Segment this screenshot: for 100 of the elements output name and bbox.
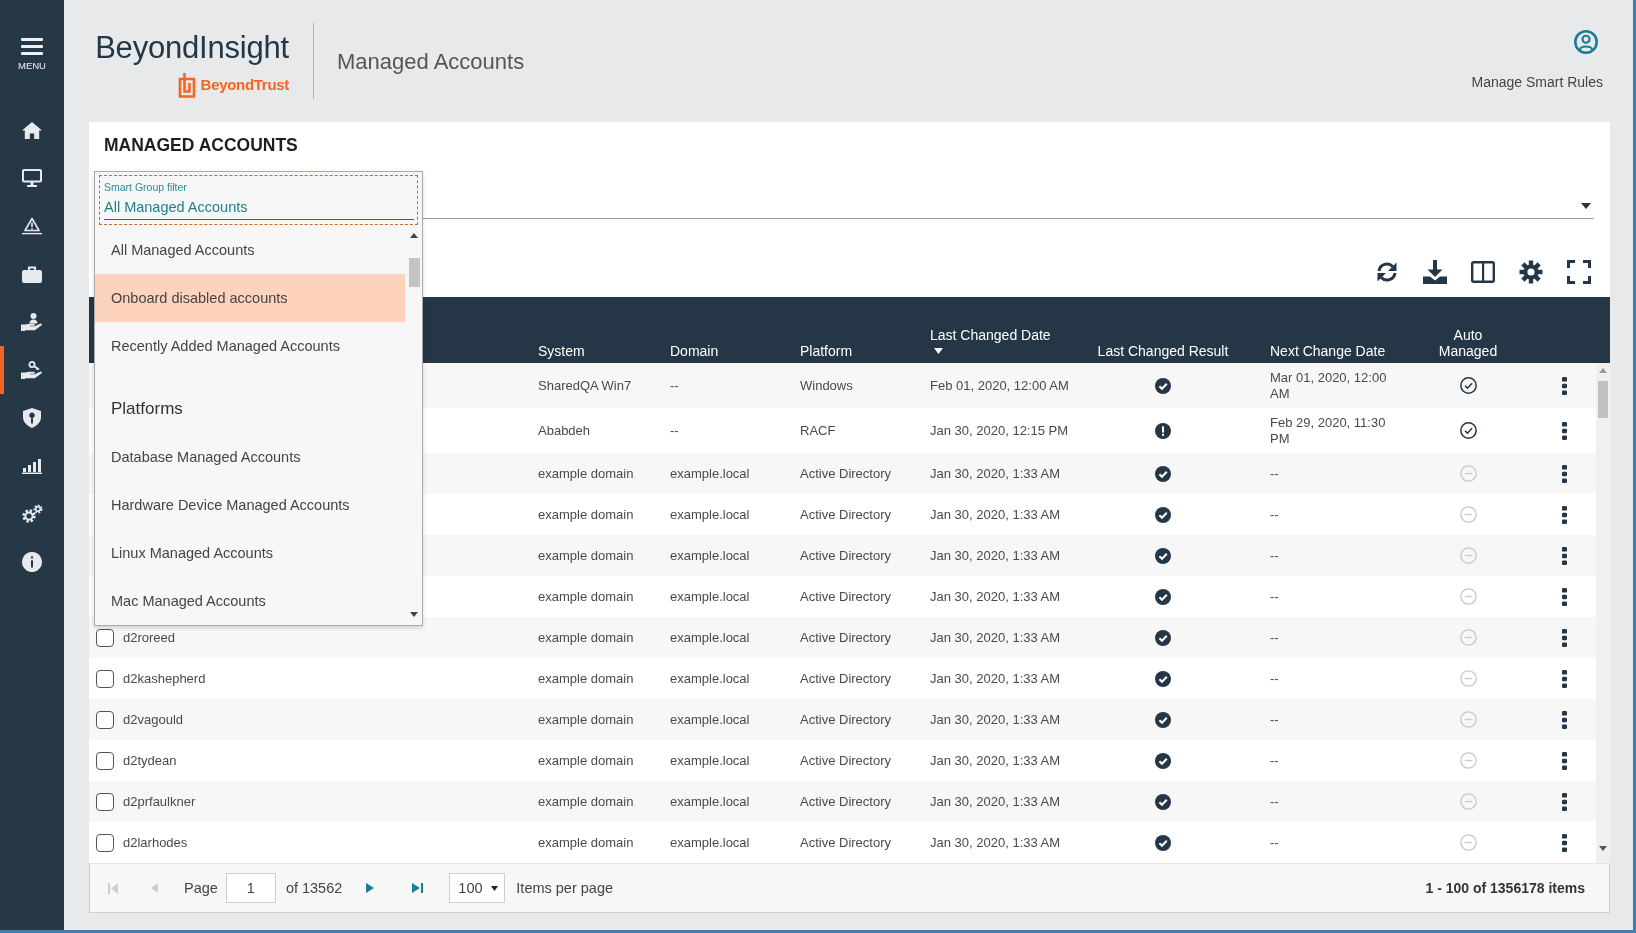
- kebab-menu-icon[interactable]: [1561, 751, 1567, 770]
- home-icon: [22, 121, 42, 139]
- date-text: --: [1270, 629, 1279, 645]
- platform-name: Active Directory: [800, 547, 892, 563]
- dropdown-option[interactable]: Onboard disabled accounts: [95, 274, 405, 322]
- last-page-icon[interactable]: [412, 883, 424, 893]
- domain-name: example.local: [670, 588, 750, 604]
- column-header[interactable]: System: [538, 343, 654, 359]
- page-input[interactable]: 1: [225, 873, 276, 903]
- kebab-menu-icon[interactable]: [1561, 464, 1567, 483]
- next-page-icon[interactable]: [366, 883, 375, 893]
- domain-name: example.local: [670, 547, 750, 563]
- brand-name: BeyondTrust: [200, 76, 289, 94]
- date-text: --: [1270, 547, 1279, 563]
- domain-name: example.local: [670, 629, 750, 645]
- date-text: --: [1270, 465, 1279, 481]
- column-header[interactable]: Last Changed Date: [930, 327, 1082, 343]
- checkbox[interactable]: [96, 710, 114, 729]
- domain-name: example.local: [670, 793, 750, 809]
- logo-icon: [176, 72, 197, 98]
- date-text: Jan 30, 2020, 1:33 AM: [930, 834, 1061, 850]
- user-icon[interactable]: [1574, 30, 1598, 54]
- monitor-icon: [22, 169, 42, 187]
- menu-button[interactable]: MENU: [18, 38, 46, 71]
- column-header[interactable]: Domain: [670, 343, 784, 359]
- checkbox[interactable]: [96, 833, 114, 852]
- system-name: example domain: [538, 834, 634, 850]
- date-text: Jan 30, 2020, 1:33 AM: [930, 588, 1061, 604]
- domain-name: example.local: [670, 834, 750, 850]
- shield-icon: [23, 408, 41, 428]
- kebab-menu-icon[interactable]: [1561, 587, 1567, 606]
- columns-icon[interactable]: [1471, 260, 1495, 284]
- system-name: example domain: [538, 752, 634, 768]
- kebab-menu-icon[interactable]: [1561, 376, 1567, 395]
- smart-rules-link[interactable]: Manage Smart Rules: [1471, 74, 1603, 91]
- checkbox[interactable]: [96, 669, 114, 688]
- caret-down-icon: [491, 885, 499, 891]
- kebab-menu-icon[interactable]: [1561, 421, 1567, 440]
- date-text: --: [1270, 670, 1279, 686]
- kebab-menu-icon[interactable]: [1561, 669, 1567, 688]
- download-icon[interactable]: [1423, 260, 1447, 284]
- info-icon: [22, 552, 42, 572]
- caret-up-icon: [1599, 368, 1607, 373]
- page-count: of 13562: [285, 880, 343, 896]
- date-text: Jan 30, 2020, 1:33 AM: [930, 670, 1061, 686]
- account-name: d2vagould: [123, 711, 183, 727]
- hand-icon: [21, 361, 43, 379]
- pager-label: Items per page: [516, 880, 614, 896]
- refresh-icon[interactable]: [1375, 260, 1399, 284]
- checkbox[interactable]: [96, 792, 114, 811]
- section-title: MANAGED ACCOUNTS: [104, 135, 298, 155]
- dropdown-option[interactable]: Mac Managed Accounts: [95, 577, 405, 625]
- column-header[interactable]: Next Change Date: [1270, 343, 1402, 359]
- date-text: --: [1270, 588, 1279, 604]
- column-header[interactable]: Platform: [800, 343, 914, 359]
- scroll-thumb[interactable]: [408, 258, 420, 287]
- settings-icon[interactable]: [1519, 260, 1543, 284]
- checkbox[interactable]: [96, 751, 114, 770]
- field-label: Smart Group filter: [104, 181, 188, 194]
- caret-down-icon: [1599, 846, 1607, 851]
- column-header[interactable]: Auto Managed: [1430, 327, 1506, 359]
- date-text: Jan 30, 2020, 1:33 AM: [930, 465, 1061, 481]
- account-name: d2tydean: [123, 752, 177, 768]
- page-size-select[interactable]: 100: [449, 873, 506, 903]
- dropdown-option[interactable]: Hardware Device Managed Accounts: [95, 481, 405, 529]
- kebab-menu-icon[interactable]: [1561, 833, 1567, 852]
- checkbox[interactable]: [96, 628, 114, 647]
- kebab-menu-icon[interactable]: [1561, 505, 1567, 524]
- dropdown-option[interactable]: Linux Managed Accounts: [95, 529, 405, 577]
- date-text: Jan 30, 2020, 12:15 PM: [930, 422, 1069, 438]
- kebab-menu-icon[interactable]: [1561, 710, 1567, 729]
- system-name: example domain: [538, 547, 634, 563]
- scroll-thumb[interactable]: [1598, 381, 1608, 418]
- product-name: BeyondInsight: [95, 30, 289, 66]
- group-heading: Platforms: [110, 398, 184, 420]
- platform-name: RACF: [800, 422, 836, 438]
- domain-name: --: [670, 377, 679, 393]
- dropdown-option[interactable]: All Managed Accounts: [95, 226, 405, 274]
- dropdown-option[interactable]: Recently Added Managed Accounts: [95, 322, 405, 370]
- kebab-menu-icon[interactable]: [1561, 628, 1567, 647]
- date-text: --: [1270, 506, 1279, 522]
- system-name: example domain: [538, 465, 634, 481]
- sort-descending-icon[interactable]: [934, 348, 943, 354]
- domain-name: --: [670, 422, 679, 438]
- column-header[interactable]: Last Changed Result: [1094, 343, 1232, 359]
- system-name: example domain: [538, 711, 634, 727]
- domain-name: example.local: [670, 506, 750, 522]
- account-name: d2kashepherd: [123, 670, 206, 686]
- date-text: Jan 30, 2020, 1:33 AM: [930, 506, 1061, 522]
- date-text: Jan 30, 2020, 1:33 AM: [930, 547, 1061, 563]
- fullscreen-icon[interactable]: [1567, 260, 1591, 284]
- date-text: --: [1270, 793, 1279, 809]
- date-text: --: [1270, 752, 1279, 768]
- dropdown-option[interactable]: Database Managed Accounts: [95, 433, 405, 481]
- kebab-menu-icon[interactable]: [1561, 792, 1567, 811]
- platform-name: Active Directory: [800, 793, 892, 809]
- date-text: Feb 29, 2020, 11:30 PM: [1270, 414, 1386, 446]
- kebab-menu-icon[interactable]: [1561, 546, 1567, 565]
- filter-input[interactable]: All Managed Accounts: [104, 196, 414, 220]
- scrollbar[interactable]: [1596, 363, 1610, 863]
